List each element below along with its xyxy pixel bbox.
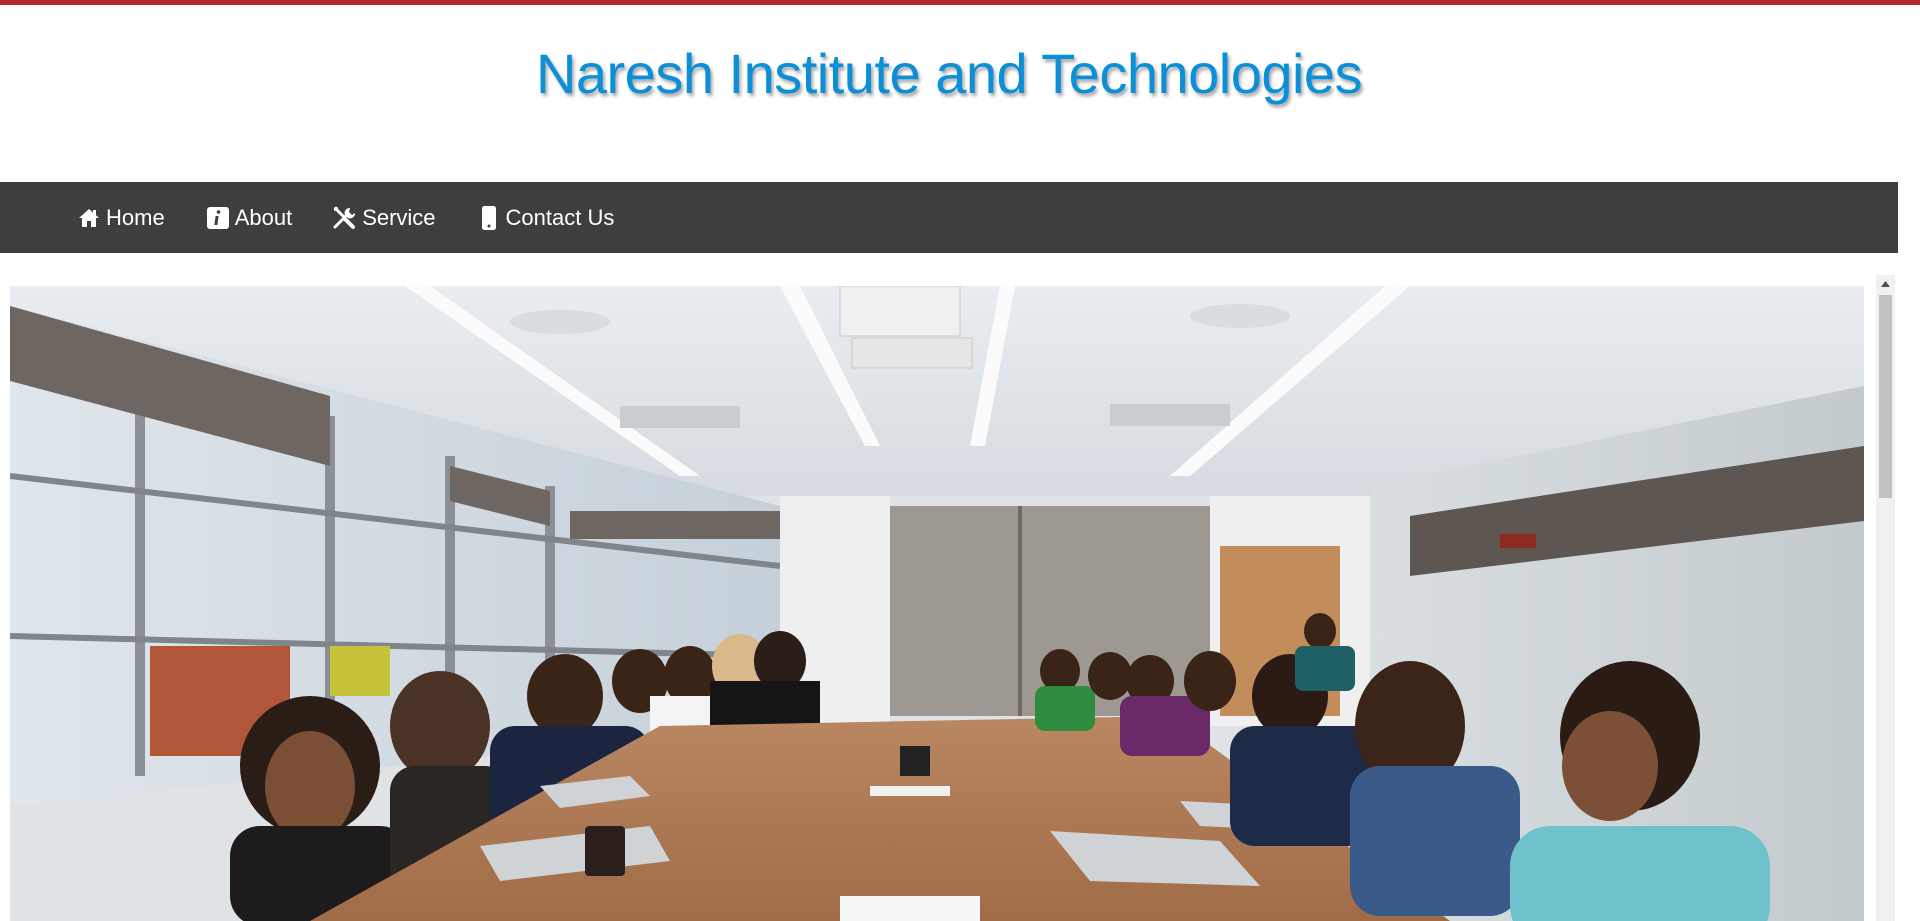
main-content: [0, 253, 1898, 921]
main-navbar: Home About Service Contact Us: [0, 182, 1898, 253]
scroll-up-arrow-icon[interactable]: [1876, 275, 1895, 292]
vertical-scrollbar[interactable]: [1876, 275, 1895, 921]
nav-item-home[interactable]: Home: [76, 205, 165, 231]
site-title: Naresh Institute and Technologies: [535, 42, 1363, 105]
scrollbar-thumb[interactable]: [1879, 295, 1892, 498]
nav-item-home-label: Home: [106, 204, 165, 230]
conference-room-photo: [10, 286, 1864, 921]
nav-item-service-label: Service: [362, 204, 436, 230]
nav-item-contact-label: Contact Us: [505, 204, 615, 230]
site-header: Naresh Institute and Technologies: [0, 5, 1898, 182]
nav-item-contact[interactable]: Contact Us: [476, 204, 615, 231]
hero-photo: [10, 286, 1864, 921]
phone-icon: [476, 205, 502, 231]
nav-list: Home About Service Contact Us: [0, 182, 1898, 253]
home-icon: [76, 205, 102, 231]
tools-icon: [332, 205, 358, 231]
info-icon: [205, 205, 231, 231]
nav-item-service[interactable]: Service: [332, 204, 436, 231]
nav-item-about-label: About: [234, 204, 293, 230]
nav-item-about[interactable]: About: [205, 204, 293, 231]
